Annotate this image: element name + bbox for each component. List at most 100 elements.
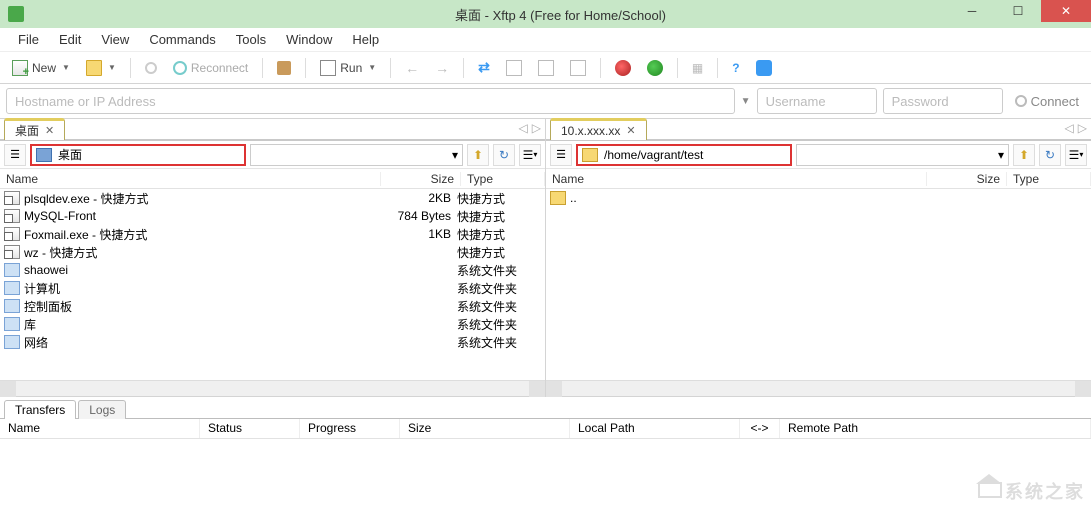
menu-tools[interactable]: Tools <box>226 30 276 49</box>
col-arrow[interactable]: <-> <box>740 419 780 438</box>
local-tab-desktop[interactable]: 桌面 ✕ <box>4 118 65 140</box>
remote-h-scrollbar[interactable] <box>546 380 1091 396</box>
local-path-box[interactable]: 桌面 <box>30 144 246 166</box>
remote-path-box[interactable]: /home/vagrant/test <box>576 144 792 166</box>
file-type: 快捷方式 <box>457 208 541 225</box>
menu-view[interactable]: View <box>91 30 139 49</box>
views-icon: ☰ <box>10 148 20 161</box>
tab-logs[interactable]: Logs <box>78 400 126 419</box>
sync-button[interactable]: ⇄ <box>472 56 496 80</box>
up-button[interactable]: ⬆ <box>467 144 489 166</box>
list-item[interactable]: 控制面板 系统文件夹 <box>0 297 545 315</box>
host-input[interactable] <box>6 88 735 114</box>
col-local-path[interactable]: Local Path <box>570 419 740 438</box>
grid-button[interactable]: ▦ <box>686 56 709 80</box>
list-item[interactable]: wz - 快捷方式快捷方式 <box>0 243 545 261</box>
list-style-button[interactable]: ☰▾ <box>1065 144 1087 166</box>
back-button[interactable]: ← <box>399 56 425 80</box>
local-path-dropdown[interactable]: ▾ <box>250 144 464 166</box>
list-item[interactable]: .. <box>546 189 1091 207</box>
remote-path-row: ☰ /home/vagrant/test ▾ ⬆ ↻ ☰▾ <box>546 141 1091 169</box>
remote-tab-host[interactable]: 10.x.xxx.xx ✕ <box>550 118 647 140</box>
col-status[interactable]: Status <box>200 419 300 438</box>
col-name[interactable]: Name <box>0 172 381 186</box>
list-item[interactable]: MySQL-Front784 Bytes快捷方式 <box>0 207 545 225</box>
close-button[interactable]: ✕ <box>1041 0 1091 22</box>
tab-scroll-left-icon[interactable]: ◁ <box>519 121 528 135</box>
help-button[interactable]: ? <box>726 56 745 80</box>
remote-file-list[interactable]: .. <box>546 189 1091 380</box>
connect-button[interactable]: Connect <box>1009 94 1085 109</box>
list-item[interactable]: 计算机系统文件夹 <box>0 279 545 297</box>
file-size: 1KB <box>377 227 457 241</box>
menu-commands[interactable]: Commands <box>139 30 225 49</box>
paste-button[interactable] <box>532 56 560 80</box>
chat-icon <box>756 60 772 76</box>
refresh-button[interactable]: ↻ <box>1039 144 1061 166</box>
quick-connect-bar: ▼ Connect <box>0 84 1091 119</box>
new-button[interactable]: New ▼ <box>6 56 76 80</box>
globe-red-icon <box>615 60 631 76</box>
list-icon: ☰ <box>1069 148 1080 162</box>
file-name: 控制面板 <box>24 298 377 315</box>
tab-scroll-left-icon[interactable]: ◁ <box>1065 121 1074 135</box>
globe-green-button[interactable] <box>641 56 669 80</box>
properties-button[interactable] <box>271 56 297 80</box>
minimize-button[interactable]: ─ <box>949 0 995 22</box>
copy-button[interactable] <box>500 56 528 80</box>
tab-scroll-right-icon[interactable]: ▷ <box>532 121 541 135</box>
menu-file[interactable]: File <box>8 30 49 49</box>
menu-edit[interactable]: Edit <box>49 30 91 49</box>
col-name[interactable]: Name <box>0 419 200 438</box>
col-size[interactable]: Size <box>400 419 570 438</box>
col-progress[interactable]: Progress <box>300 419 400 438</box>
menu-window[interactable]: Window <box>276 30 342 49</box>
col-size[interactable]: Size <box>381 172 461 186</box>
file-type: 系统文件夹 <box>457 298 541 315</box>
refresh-button[interactable]: ↻ <box>493 144 515 166</box>
col-type[interactable]: Type <box>461 172 545 186</box>
run-button[interactable]: Run ▼ <box>314 56 382 80</box>
views-button[interactable]: ☰ <box>550 144 572 166</box>
col-remote-path[interactable]: Remote Path <box>780 419 1091 438</box>
list-item[interactable]: plsqldev.exe - 快捷方式2KB快捷方式 <box>0 189 545 207</box>
maximize-button[interactable]: ☐ <box>995 0 1041 22</box>
terminal-icon <box>320 60 336 76</box>
col-size[interactable]: Size <box>927 172 1007 186</box>
forward-button[interactable]: → <box>429 56 455 80</box>
col-name[interactable]: Name <box>546 172 927 186</box>
list-item[interactable]: 库系统文件夹 <box>0 315 545 333</box>
feedback-button[interactable] <box>750 56 778 80</box>
list-item[interactable]: 网络系统文件夹 <box>0 333 545 351</box>
local-h-scrollbar[interactable] <box>0 380 545 396</box>
open-button[interactable]: ▼ <box>80 56 122 80</box>
reconnect-button[interactable]: Reconnect <box>167 56 254 80</box>
tab-transfers[interactable]: Transfers <box>4 400 76 419</box>
username-input[interactable] <box>757 88 877 114</box>
file-type: 系统文件夹 <box>457 262 541 279</box>
globe-red-button[interactable] <box>609 56 637 80</box>
col-type[interactable]: Type <box>1007 172 1091 186</box>
close-tab-icon[interactable]: ✕ <box>626 124 635 137</box>
close-tab-icon[interactable]: ✕ <box>45 124 54 137</box>
transfer-list[interactable] <box>0 439 1091 479</box>
list-item[interactable]: Foxmail.exe - 快捷方式1KB快捷方式 <box>0 225 545 243</box>
tab-scroll-right-icon[interactable]: ▷ <box>1078 121 1087 135</box>
chevron-down-icon[interactable]: ▼ <box>741 96 751 107</box>
grid-icon: ▦ <box>692 61 703 75</box>
disconnect-button[interactable] <box>139 56 163 80</box>
cut-button[interactable] <box>564 56 592 80</box>
password-input[interactable] <box>883 88 1003 114</box>
run-label: Run <box>340 61 362 75</box>
remote-path-dropdown[interactable]: ▾ <box>796 144 1010 166</box>
file-icon <box>4 317 20 331</box>
views-button[interactable]: ☰ <box>4 144 26 166</box>
menu-help[interactable]: Help <box>342 30 389 49</box>
list-style-button[interactable]: ☰▾ <box>519 144 541 166</box>
file-panes: 桌面 ✕ ◁ ▷ ☰ 桌面 ▾ ⬆ ↻ ☰▾ Name <box>0 119 1091 397</box>
list-item[interactable]: shaowei系统文件夹 <box>0 261 545 279</box>
file-icon <box>4 191 20 205</box>
tab-label: 10.x.xxx.xx <box>561 124 620 138</box>
local-file-list[interactable]: plsqldev.exe - 快捷方式2KB快捷方式MySQL-Front784… <box>0 189 545 380</box>
up-button[interactable]: ⬆ <box>1013 144 1035 166</box>
